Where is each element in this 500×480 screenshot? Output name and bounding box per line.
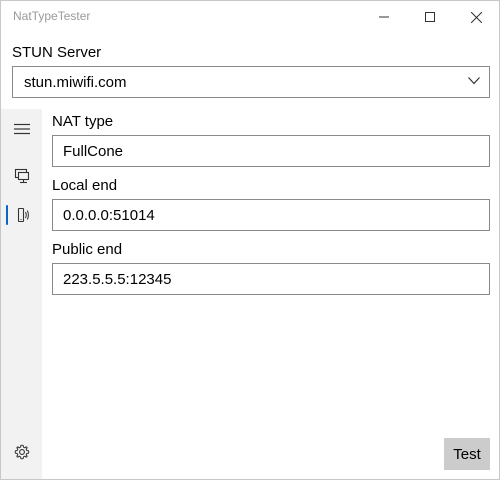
close-icon <box>470 11 482 23</box>
close-button[interactable] <box>453 1 499 33</box>
app-window: NatTypeTester STUN Server stun.miwifi.co… <box>0 0 500 480</box>
network-icon <box>17 207 29 223</box>
nat-type-field[interactable]: FullCone <box>52 135 490 167</box>
stun-server-combobox[interactable]: stun.miwifi.com <box>12 66 490 98</box>
public-end-field[interactable]: 223.5.5.5:12345 <box>52 263 490 295</box>
nav-item-network[interactable] <box>1 197 42 233</box>
title-bar[interactable]: NatTypeTester <box>1 1 499 33</box>
gear-icon <box>14 444 29 460</box>
nat-type-label: NAT type <box>52 113 114 130</box>
stun-server-label: STUN Server <box>12 44 102 61</box>
nav-item-monitor[interactable] <box>1 158 42 194</box>
navigation-sidebar <box>1 109 42 479</box>
public-end-label: Public end <box>52 241 123 258</box>
monitor-icon <box>14 168 29 184</box>
local-end-field[interactable]: 0.0.0.0:51014 <box>52 199 490 231</box>
public-end-value: 223.5.5.5:12345 <box>63 271 172 288</box>
nav-menu-toggle[interactable] <box>1 111 42 147</box>
nat-type-value: FullCone <box>63 143 124 160</box>
hamburger-menu-icon <box>13 123 30 135</box>
local-end-value: 0.0.0.0:51014 <box>63 207 155 224</box>
maximize-icon <box>425 12 435 22</box>
maximize-button[interactable] <box>407 1 453 33</box>
chevron-down-icon <box>468 77 480 85</box>
window-title: NatTypeTester <box>13 9 91 23</box>
minimize-button[interactable] <box>361 1 407 33</box>
minimize-icon <box>379 16 389 18</box>
test-button[interactable]: Test <box>444 438 490 470</box>
local-end-label: Local end <box>52 177 118 194</box>
nav-item-settings[interactable] <box>1 434 42 470</box>
stun-server-value: stun.miwifi.com <box>24 74 127 91</box>
